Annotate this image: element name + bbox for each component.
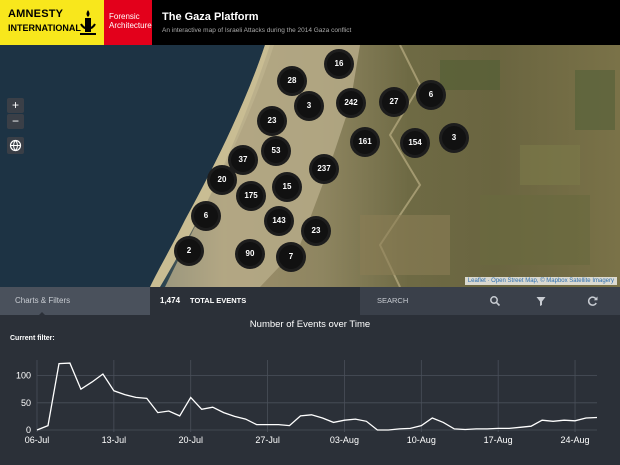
event-cluster-marker[interactable]: 53 [261,136,291,166]
event-cluster-marker[interactable]: 7 [276,242,306,272]
event-cluster-marker[interactable]: 6 [416,80,446,110]
filter-bar: Charts & Filters 1,474 TOTAL EVENTS SEAR… [0,287,620,316]
filter-icon[interactable] [535,295,547,307]
amnesty-logo-line2: INTERNATIONAL [8,23,81,33]
event-cluster-marker[interactable]: 143 [264,206,294,236]
event-cluster-marker[interactable]: 175 [236,181,266,211]
x-tick-label: 06-Jul [25,435,50,445]
amnesty-logo-line1: AMNESTY [8,8,64,20]
forensic-architecture-label: Forensic Architecture [109,12,152,30]
globe-icon[interactable] [7,137,24,154]
event-cluster-marker[interactable]: 23 [301,216,331,246]
page-subtitle: An interactive map of Israeli Attacks du… [162,27,352,34]
map-attribution-text[interactable]: Leaflet · Open Street Map, © Mapbox Sate… [468,278,614,284]
total-events-count: 1,474 [160,296,181,305]
y-tick-label: 0 [26,425,31,435]
tab-charts-filters-label: Charts & Filters [15,296,71,305]
amnesty-logo[interactable]: AMNESTY INTERNATIONAL [0,0,104,45]
x-tick-label: 17-Aug [484,435,513,445]
chart-plot[interactable]: 0 50 100 06-Jul 13-Jul 20-Jul 27-Jul 03-Aug 10-A… [0,315,620,465]
total-events-label: TOTAL EVENTS [190,296,247,305]
event-cluster-marker[interactable]: 16 [324,49,354,79]
header: AMNESTY INTERNATIONAL Forensic Architect… [0,0,620,45]
total-events-box: 1,474 TOTAL EVENTS [150,287,360,315]
page-title: The Gaza Platform [162,11,259,23]
event-cluster-marker[interactable]: 3 [294,91,324,121]
event-cluster-marker[interactable]: 23 [257,106,287,136]
map[interactable]: + − 16 28 3 242 27 6 23 161 154 3 37 53 … [0,45,620,287]
x-tick-label: 24-Aug [561,435,590,445]
event-cluster-marker[interactable]: 161 [350,127,380,157]
event-cluster-marker[interactable]: 20 [207,165,237,195]
event-cluster-marker[interactable]: 237 [309,154,339,184]
events-over-time-chart: Number of Events over Time Current filte… [0,315,620,465]
event-cluster-marker[interactable]: 6 [191,201,221,231]
refresh-icon[interactable] [587,295,599,307]
y-tick-label: 50 [21,398,31,408]
y-tick-label: 100 [16,371,31,381]
event-cluster-marker[interactable]: 90 [235,239,265,269]
search-icon[interactable] [489,295,501,307]
event-cluster-marker[interactable]: 27 [379,87,409,117]
map-attribution[interactable]: Leaflet · Open Street Map, © Mapbox Sate… [464,277,617,285]
x-tick-label: 13-Jul [102,435,127,445]
tab-charts-filters[interactable]: Charts & Filters [0,287,150,316]
event-cluster-marker[interactable]: 242 [336,88,366,118]
event-cluster-marker[interactable]: 3 [439,123,469,153]
x-tick-label: 03-Aug [330,435,359,445]
x-tick-label: 20-Jul [178,435,203,445]
zoom-in-button[interactable]: + [7,98,24,113]
event-cluster-marker[interactable]: 15 [272,172,302,202]
forensic-architecture-logo[interactable]: Forensic Architecture [104,0,152,45]
candle-icon [80,10,96,35]
x-tick-label: 10-Aug [407,435,436,445]
search-label[interactable]: SEARCH [377,296,408,305]
x-tick-label: 27-Jul [255,435,280,445]
event-cluster-marker[interactable]: 154 [400,128,430,158]
zoom-out-button[interactable]: − [7,114,24,129]
events-series-line [36,362,598,431]
event-cluster-marker[interactable]: 2 [174,236,204,266]
